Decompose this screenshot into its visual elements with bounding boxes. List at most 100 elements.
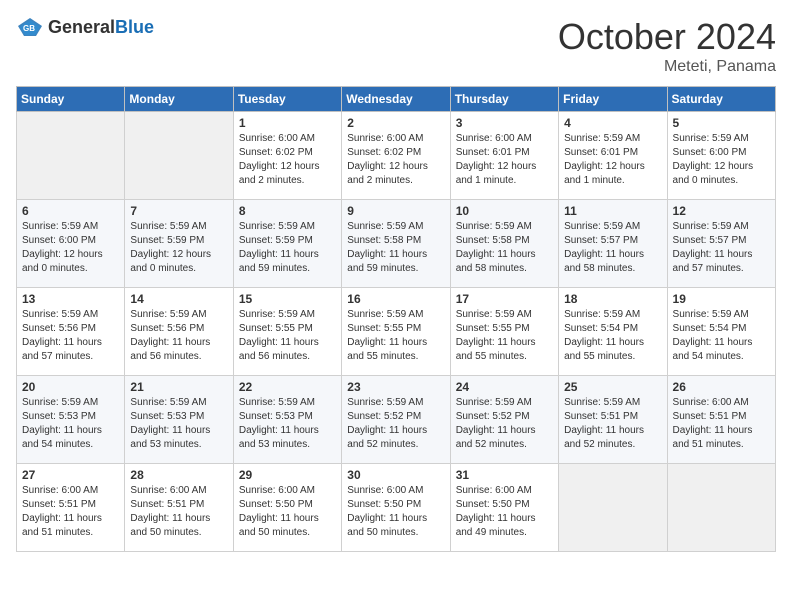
day-info: Sunrise: 5:59 AMSunset: 5:55 PMDaylight:… <box>239 308 336 364</box>
calendar-cell: 27 Sunrise: 6:00 AMSunset: 5:51 PMDayligh… <box>17 464 125 552</box>
day-info: Sunrise: 6:00 AMSunset: 5:50 PMDaylight:… <box>456 484 553 540</box>
day-info: Sunrise: 5:59 AMSunset: 5:56 PMDaylight:… <box>22 308 119 364</box>
week-row-3: 13 Sunrise: 5:59 AMSunset: 5:56 PMDayligh… <box>17 288 776 376</box>
day-info: Sunrise: 5:59 AMSunset: 5:54 PMDaylight:… <box>673 308 770 364</box>
day-info: Sunrise: 6:00 AMSunset: 5:51 PMDaylight:… <box>22 484 119 540</box>
logo-text-general: General <box>48 17 115 37</box>
day-info: Sunrise: 5:59 AMSunset: 5:55 PMDaylight:… <box>347 308 444 364</box>
calendar-cell <box>17 112 125 200</box>
logo-text-blue: Blue <box>115 17 154 37</box>
day-info: Sunrise: 5:59 AMSunset: 5:58 PMDaylight:… <box>456 220 553 276</box>
calendar-cell: 17 Sunrise: 5:59 AMSunset: 5:55 PMDayligh… <box>450 288 558 376</box>
day-info: Sunrise: 5:59 AMSunset: 5:58 PMDaylight:… <box>347 220 444 276</box>
day-number: 12 <box>673 204 770 218</box>
weekday-header-friday: Friday <box>559 87 667 112</box>
calendar-cell: 26 Sunrise: 6:00 AMSunset: 5:51 PMDayligh… <box>667 376 775 464</box>
day-info: Sunrise: 5:59 AMSunset: 5:56 PMDaylight:… <box>130 308 227 364</box>
day-info: Sunrise: 5:59 AMSunset: 5:55 PMDaylight:… <box>456 308 553 364</box>
week-row-1: 1 Sunrise: 6:00 AMSunset: 6:02 PMDaylight… <box>17 112 776 200</box>
day-info: Sunrise: 5:59 AMSunset: 5:52 PMDaylight:… <box>347 396 444 452</box>
day-info: Sunrise: 6:00 AMSunset: 6:02 PMDaylight:… <box>239 132 336 188</box>
day-number: 4 <box>564 116 661 130</box>
day-info: Sunrise: 5:59 AMSunset: 6:00 PMDaylight:… <box>22 220 119 276</box>
day-number: 10 <box>456 204 553 218</box>
calendar-cell: 9 Sunrise: 5:59 AMSunset: 5:58 PMDaylight… <box>342 200 450 288</box>
day-info: Sunrise: 5:59 AMSunset: 5:53 PMDaylight:… <box>22 396 119 452</box>
day-number: 29 <box>239 468 336 482</box>
calendar-cell: 3 Sunrise: 6:00 AMSunset: 6:01 PMDaylight… <box>450 112 558 200</box>
day-number: 26 <box>673 380 770 394</box>
day-number: 23 <box>347 380 444 394</box>
day-number: 19 <box>673 292 770 306</box>
calendar-cell <box>667 464 775 552</box>
header: GB GeneralBlue October 2024 Meteti, Pana… <box>16 16 776 76</box>
day-number: 15 <box>239 292 336 306</box>
calendar-cell: 13 Sunrise: 5:59 AMSunset: 5:56 PMDayligh… <box>17 288 125 376</box>
week-row-2: 6 Sunrise: 5:59 AMSunset: 6:00 PMDaylight… <box>17 200 776 288</box>
day-number: 25 <box>564 380 661 394</box>
calendar-cell: 15 Sunrise: 5:59 AMSunset: 5:55 PMDayligh… <box>233 288 341 376</box>
day-number: 6 <box>22 204 119 218</box>
calendar-cell: 18 Sunrise: 5:59 AMSunset: 5:54 PMDayligh… <box>559 288 667 376</box>
day-number: 20 <box>22 380 119 394</box>
svg-text:GB: GB <box>23 24 35 33</box>
day-info: Sunrise: 6:00 AMSunset: 5:51 PMDaylight:… <box>673 396 770 452</box>
day-number: 17 <box>456 292 553 306</box>
month-title: October 2024 <box>558 16 776 58</box>
day-number: 9 <box>347 204 444 218</box>
weekday-header-thursday: Thursday <box>450 87 558 112</box>
day-number: 7 <box>130 204 227 218</box>
day-info: Sunrise: 6:00 AMSunset: 5:51 PMDaylight:… <box>130 484 227 540</box>
weekday-header-saturday: Saturday <box>667 87 775 112</box>
day-number: 3 <box>456 116 553 130</box>
day-number: 14 <box>130 292 227 306</box>
calendar-cell <box>559 464 667 552</box>
calendar-table: SundayMondayTuesdayWednesdayThursdayFrid… <box>16 86 776 552</box>
calendar-cell: 14 Sunrise: 5:59 AMSunset: 5:56 PMDayligh… <box>125 288 233 376</box>
calendar-cell: 12Sunrise: 5:59 AMSunset: 5:57 PMDayligh… <box>667 200 775 288</box>
calendar-cell: 16 Sunrise: 5:59 AMSunset: 5:55 PMDayligh… <box>342 288 450 376</box>
day-number: 31 <box>456 468 553 482</box>
calendar-cell: 6 Sunrise: 5:59 AMSunset: 6:00 PMDaylight… <box>17 200 125 288</box>
day-info: Sunrise: 5:59 AMSunset: 5:57 PMDaylight:… <box>564 220 661 276</box>
day-info: Sunrise: 5:59 AMSunset: 5:53 PMDaylight:… <box>130 396 227 452</box>
logo: GB GeneralBlue <box>16 16 154 38</box>
day-number: 11 <box>564 204 661 218</box>
calendar-cell: 20 Sunrise: 5:59 AMSunset: 5:53 PMDayligh… <box>17 376 125 464</box>
day-number: 13 <box>22 292 119 306</box>
weekday-header-row: SundayMondayTuesdayWednesdayThursdayFrid… <box>17 87 776 112</box>
day-info: Sunrise: 6:00 AMSunset: 6:02 PMDaylight:… <box>347 132 444 188</box>
day-info: Sunrise: 5:59 AMSunset: 5:54 PMDaylight:… <box>564 308 661 364</box>
calendar-cell: 11 Sunrise: 5:59 AMSunset: 5:57 PMDayligh… <box>559 200 667 288</box>
weekday-header-monday: Monday <box>125 87 233 112</box>
day-number: 1 <box>239 116 336 130</box>
day-info: Sunrise: 5:59 AMSunset: 6:01 PMDaylight:… <box>564 132 661 188</box>
day-number: 21 <box>130 380 227 394</box>
day-info: Sunrise: 5:59 AMSunset: 5:51 PMDaylight:… <box>564 396 661 452</box>
weekday-header-wednesday: Wednesday <box>342 87 450 112</box>
weekday-header-tuesday: Tuesday <box>233 87 341 112</box>
calendar-cell: 31 Sunrise: 6:00 AMSunset: 5:50 PMDayligh… <box>450 464 558 552</box>
week-row-4: 20 Sunrise: 5:59 AMSunset: 5:53 PMDayligh… <box>17 376 776 464</box>
logo-icon: GB <box>16 16 44 38</box>
day-info: Sunrise: 5:59 AMSunset: 5:52 PMDaylight:… <box>456 396 553 452</box>
day-number: 18 <box>564 292 661 306</box>
weekday-header-sunday: Sunday <box>17 87 125 112</box>
day-info: Sunrise: 6:00 AMSunset: 6:01 PMDaylight:… <box>456 132 553 188</box>
calendar-cell: 29 Sunrise: 6:00 AMSunset: 5:50 PMDayligh… <box>233 464 341 552</box>
day-info: Sunrise: 5:59 AMSunset: 5:53 PMDaylight:… <box>239 396 336 452</box>
calendar-cell: 8Sunrise: 5:59 AMSunset: 5:59 PMDaylight… <box>233 200 341 288</box>
day-number: 24 <box>456 380 553 394</box>
calendar-cell: 21 Sunrise: 5:59 AMSunset: 5:53 PMDayligh… <box>125 376 233 464</box>
day-number: 22 <box>239 380 336 394</box>
day-info: Sunrise: 5:59 AMSunset: 5:59 PMDaylight:… <box>130 220 227 276</box>
day-info: Sunrise: 5:59 AMSunset: 6:00 PMDaylight:… <box>673 132 770 188</box>
calendar-cell: 22 Sunrise: 5:59 AMSunset: 5:53 PMDayligh… <box>233 376 341 464</box>
day-number: 5 <box>673 116 770 130</box>
calendar-cell: 7 Sunrise: 5:59 AMSunset: 5:59 PMDaylight… <box>125 200 233 288</box>
day-number: 27 <box>22 468 119 482</box>
day-number: 16 <box>347 292 444 306</box>
calendar-cell: 5 Sunrise: 5:59 AMSunset: 6:00 PMDaylight… <box>667 112 775 200</box>
day-info: Sunrise: 6:00 AMSunset: 5:50 PMDaylight:… <box>239 484 336 540</box>
calendar-cell: 2Sunrise: 6:00 AMSunset: 6:02 PMDaylight… <box>342 112 450 200</box>
